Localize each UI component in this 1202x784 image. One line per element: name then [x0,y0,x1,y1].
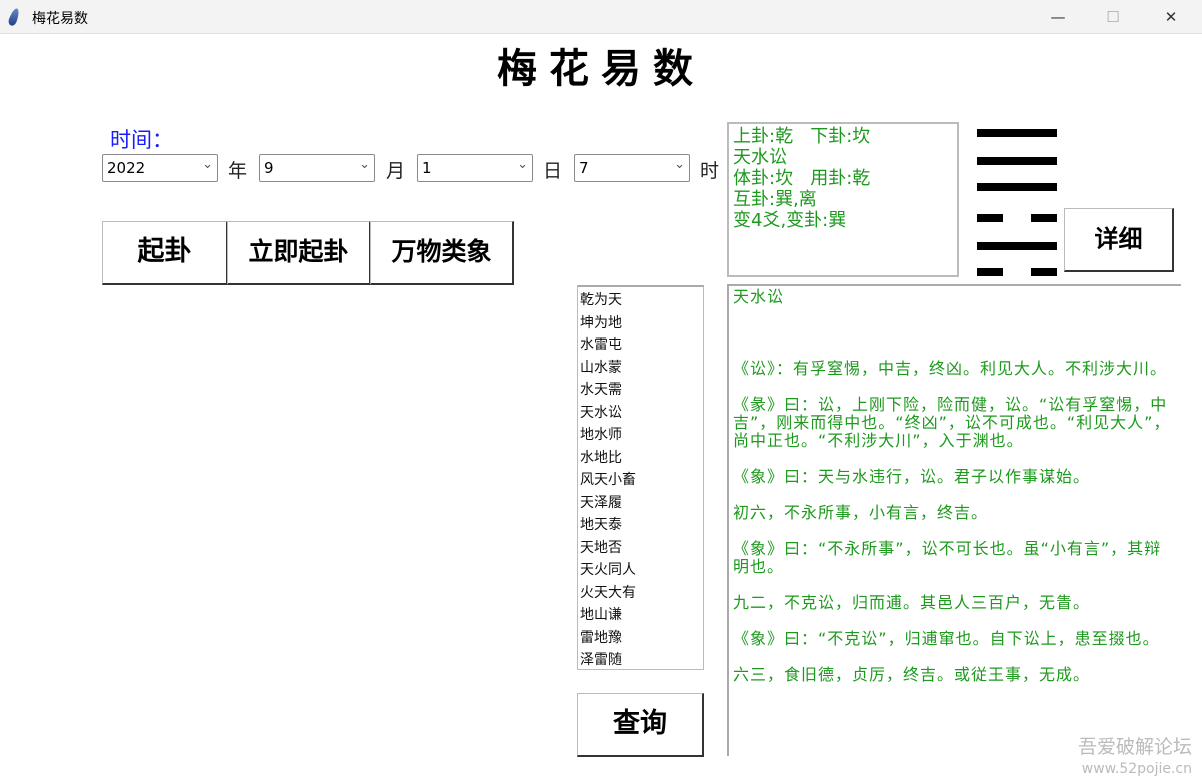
list-item[interactable]: 风天小畜 [578,469,703,492]
yang-line [977,129,1057,137]
app-title: 梅花易数 [497,45,705,92]
yang-line [977,183,1057,191]
chevron-down-icon[interactable]: ⌄ [202,157,213,172]
yin-line [977,268,1057,276]
hour-value: 7 [579,159,589,177]
hexagram-info: 上卦:乾 下卦:坎 天水讼 体卦:坎 用卦:乾 互卦:巽,离 变4爻,变卦:巽 [727,122,959,277]
yin-line [977,214,1057,222]
watermark-site: 吾爱破解论坛 [1077,736,1192,758]
list-item[interactable]: 水天需 [578,379,703,402]
window-title: 梅花易数 [32,11,88,27]
month-value: 9 [264,159,274,177]
chevron-down-icon[interactable]: ⌄ [359,157,370,172]
hour-select[interactable]: 7 ⌄ [574,154,690,182]
list-item[interactable]: 地水师 [578,424,703,447]
wanwu-button[interactable]: 万物类象 [370,221,514,285]
detail-paragraph: 《讼》：有孚窒惕，中吉，终凶。利见大人。不利涉大川。 [733,359,1168,378]
yang-line [977,157,1057,165]
detail-button[interactable]: 详细 [1064,208,1174,272]
yang-line [977,242,1057,250]
query-button[interactable]: 查询 [577,693,704,757]
minimize-button[interactable]: — [1035,0,1081,34]
list-item[interactable]: 地天泰 [578,514,703,537]
hour-unit: 时 [700,160,720,182]
detail-paragraph: 天水讼 [733,287,785,306]
list-item[interactable]: 水雷屯 [578,334,703,357]
detail-paragraph: 九二，不克讼，归而逋。其邑人三百户，无眚。 [733,593,1091,612]
detail-paragraph: 《象》曰：“不永所事”，讼不可长也。虽“小有言”，其辩明也。 [733,539,1162,576]
list-item[interactable]: 天泽履 [578,492,703,515]
list-item[interactable]: 火天大有 [578,582,703,605]
list-item[interactable]: 泽雷随 [578,649,703,669]
list-item[interactable]: 天火同人 [578,559,703,582]
month-select[interactable]: 9 ⌄ [259,154,375,182]
detail-paragraph: 《彖》曰：讼，上刚下险，险而健，讼。“讼有孚窒惕，中吉”，刚来而得中也。“终凶”… [733,395,1171,450]
feather-icon [7,7,21,27]
title-bar: 梅花易数 — ☐ ✕ [0,0,1202,34]
watermark: 吾爱破解论坛 www.52pojie.cn [1078,736,1192,780]
close-button[interactable]: ✕ [1148,0,1194,34]
detail-paragraph: 《象》曰：天与水违行，讼。君子以作事谋始。 [733,467,1091,486]
year-select[interactable]: 2022 ⌄ [102,154,218,182]
detail-text[interactable]: 天水讼《讼》：有孚窒惕，中吉，终凶。利见大人。不利涉大川。《彖》曰：讼，上刚下险… [727,284,1181,756]
list-item[interactable]: 乾为天 [578,289,703,312]
cast-button[interactable]: 起卦 [102,221,228,285]
time-label: 时间： [110,128,173,152]
day-select[interactable]: 1 ⌄ [417,154,533,182]
list-item[interactable]: 雷地豫 [578,627,703,650]
detail-paragraph: 《象》曰：“不克讼”，归逋窜也。自下讼上，患至掇也。 [733,629,1160,648]
watermark-url: www.52pojie.cn [1081,761,1192,777]
month-unit: 月 [386,160,406,182]
day-unit: 日 [543,160,563,182]
detail-paragraph: 六三，食旧德，贞厉，终吉。或従王事，无成。 [733,665,1091,684]
hexagram-listbox[interactable]: 乾为天 坤为地 水雷屯 山水蒙 水天需 天水讼 地水师 水地比 风天小畜 天泽履 地天泰 天地否 天火同… [577,285,704,670]
list-item[interactable]: 水地比 [578,447,703,470]
list-item[interactable]: 山水蒙 [578,357,703,380]
list-item[interactable]: 天地否 [578,537,703,560]
year-value: 2022 [107,159,146,177]
chevron-down-icon[interactable]: ⌄ [517,157,528,172]
list-item[interactable]: 地山谦 [578,604,703,627]
maximize-button[interactable]: ☐ [1090,0,1136,34]
day-value: 1 [422,159,432,177]
list-item[interactable]: 天水讼 [578,402,703,425]
list-item[interactable]: 坤为地 [578,312,703,335]
detail-paragraph: 初六，不永所事，小有言，终吉。 [733,503,989,522]
cast-now-button[interactable]: 立即起卦 [227,221,371,285]
year-unit: 年 [228,160,248,182]
chevron-down-icon[interactable]: ⌄ [674,157,685,172]
